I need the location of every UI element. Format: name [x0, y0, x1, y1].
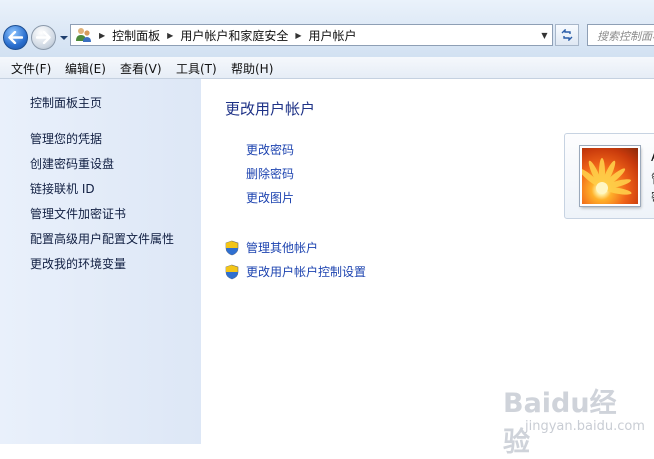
- flower-picture-icon: [582, 158, 632, 195]
- forward-button[interactable]: [31, 25, 56, 50]
- sidebar-link-online-id[interactable]: 链接联机 ID: [30, 180, 95, 197]
- change-uac-settings-link[interactable]: 更改用户帐户控制设置: [224, 263, 366, 280]
- baidu-watermark: Baidu经验 jingyan.baidu.com: [503, 381, 645, 458]
- remove-password-link[interactable]: 删除密码: [246, 165, 294, 182]
- sidebar-manage-encryption-certs[interactable]: 管理文件加密证书: [30, 205, 126, 222]
- sidebar-control-panel-home[interactable]: 控制面板主页: [30, 94, 102, 111]
- address-dropdown-icon[interactable]: ▼: [537, 25, 552, 45]
- breadcrumb-control-panel[interactable]: 控制面板: [112, 27, 160, 44]
- back-button[interactable]: [3, 25, 28, 50]
- breadcrumb-separator-icon[interactable]: ▶: [167, 31, 173, 40]
- control-panel-users-icon: [76, 28, 91, 42]
- menu-help[interactable]: 帮助(H): [231, 60, 273, 77]
- refresh-icon: [561, 29, 573, 41]
- menu-edit[interactable]: 编辑(E): [65, 60, 106, 77]
- user-avatar[interactable]: [580, 146, 640, 206]
- search-placeholder: 搜索控制面板: [597, 30, 654, 43]
- breadcrumb-user-accounts[interactable]: 用户帐户: [309, 27, 357, 44]
- change-password-link[interactable]: 更改密码: [246, 141, 294, 158]
- task-sidebar: 控制面板主页 管理您的凭据 创建密码重设盘 链接联机 ID 管理文件加密证书 配…: [0, 79, 201, 444]
- sidebar-create-reset-disk[interactable]: 创建密码重设盘: [30, 155, 114, 172]
- address-field[interactable]: ▶ 控制面板 ▶ 用户帐户和家庭安全 ▶ 用户帐户 ▼: [70, 24, 553, 46]
- breadcrumb-separator-icon[interactable]: ▶: [295, 31, 301, 40]
- menu-view[interactable]: 查看(V): [120, 60, 162, 77]
- change-uac-settings-label: 更改用户帐户控制设置: [246, 265, 367, 279]
- sidebar-change-env-variables[interactable]: 更改我的环境变量: [30, 255, 126, 272]
- sidebar-advanced-profile-properties[interactable]: 配置高级用户配置文件属性: [30, 230, 174, 247]
- breadcrumb-separator-icon[interactable]: ▶: [99, 31, 105, 40]
- change-picture-link[interactable]: 更改图片: [246, 189, 294, 206]
- forward-arrow-icon: [36, 31, 51, 44]
- menu-bar: 文件(F) 编辑(E) 查看(V) 工具(T) 帮助(H): [0, 57, 654, 79]
- breadcrumb-user-accounts-family[interactable]: 用户帐户和家庭安全: [180, 27, 288, 44]
- refresh-button[interactable]: [555, 24, 579, 46]
- user-account-card: A 管 密: [564, 133, 654, 219]
- menu-tools[interactable]: 工具(T): [176, 60, 217, 77]
- watermark-url: jingyan.baidu.com: [525, 419, 645, 434]
- breadcrumb: ▶ 控制面板 ▶ 用户帐户和家庭安全 ▶ 用户帐户: [97, 25, 362, 45]
- menu-file[interactable]: 文件(F): [11, 60, 51, 77]
- back-arrow-icon: [8, 31, 23, 44]
- recent-pages-chevron-icon[interactable]: [59, 33, 69, 43]
- manage-other-accounts-link[interactable]: 管理其他帐户: [224, 239, 318, 256]
- search-input[interactable]: 搜索控制面板: [587, 24, 654, 46]
- page-title: 更改用户帐户: [225, 100, 316, 118]
- sidebar-manage-credentials[interactable]: 管理您的凭据: [30, 130, 102, 147]
- address-bar-area: ▶ 控制面板 ▶ 用户帐户和家庭安全 ▶ 用户帐户 ▼ 搜索控制面板: [0, 0, 654, 57]
- manage-other-accounts-label: 管理其他帐户: [246, 241, 319, 255]
- uac-shield-icon: [225, 264, 239, 279]
- uac-shield-icon: [225, 240, 239, 255]
